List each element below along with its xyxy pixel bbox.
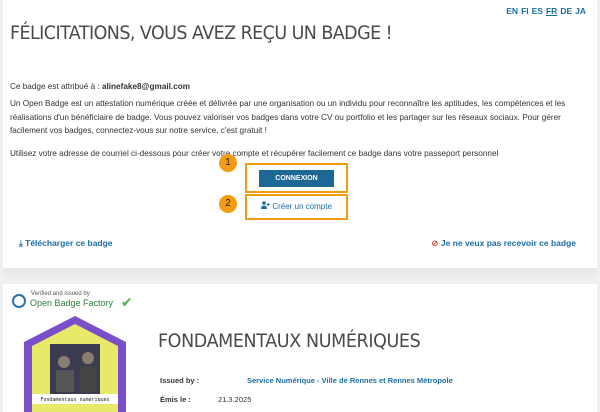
download-label: Télécharger ce badge xyxy=(25,238,113,248)
page-title: FÉLICITATIONS, VOUS AVEZ REÇU UN BADGE ! xyxy=(10,22,393,44)
badge-image: Fondamentaux numériques xyxy=(24,316,126,412)
card-divider xyxy=(3,268,597,278)
assigned-label: Ce badge est attribué à : xyxy=(10,82,102,91)
download-badge-link[interactable]: ⤓ Télécharger ce badge xyxy=(19,238,113,249)
issued-by-label: Issued by : xyxy=(160,376,200,385)
lang-ja[interactable]: JA xyxy=(575,6,586,16)
issued-on-date: 21.3.2025 xyxy=(218,395,252,404)
assigned-email: alinefake8@gmail.com xyxy=(101,82,191,91)
open-badge-description: Un Open Badge est un attestation numériq… xyxy=(10,99,566,135)
connexion-button[interactable]: CONNEXION xyxy=(259,170,334,187)
assigned-to-text: Ce badge est attribué à : alinefake8@gma… xyxy=(10,80,190,94)
verified-check-icon: ✔ xyxy=(121,294,133,310)
add-user-icon xyxy=(261,201,272,211)
download-icon: ⤓ xyxy=(19,238,23,248)
annotation-marker-1: 1 xyxy=(219,154,237,172)
open-badge-factory-logo-icon xyxy=(12,294,26,308)
issuer-link[interactable]: Service Numérique - Ville de Rennes et R… xyxy=(247,376,453,385)
lang-es[interactable]: ES xyxy=(532,6,543,16)
lang-en[interactable]: EN xyxy=(506,6,518,16)
lang-fi[interactable]: FI xyxy=(521,6,529,16)
badge-title: FONDAMENTAUX NUMÉRIQUES xyxy=(158,330,421,352)
instruction-text: Utilisez votre adresse de courriel ci-de… xyxy=(10,149,499,158)
language-selector: EN FI ES FR DE JA xyxy=(503,6,586,16)
decline-badge-link[interactable]: ⊘ Je ne veux pas recevoir ce badge xyxy=(431,238,576,249)
ban-icon: ⊘ xyxy=(431,238,439,248)
verified-issued-text: Verified and issued by xyxy=(31,291,90,297)
create-account-button[interactable]: Créer un compte xyxy=(250,198,343,216)
open-badge-factory-name: Open Badge Factory xyxy=(30,298,114,308)
decline-label: Je ne veux pas recevoir ce badge xyxy=(440,238,576,248)
create-account-label: Créer un compte xyxy=(272,202,332,211)
lang-fr[interactable]: FR xyxy=(546,6,557,16)
annotation-marker-2: 2 xyxy=(219,195,237,213)
badge-image-caption: Fondamentaux numériques xyxy=(40,396,109,403)
lang-de[interactable]: DE xyxy=(560,6,572,16)
issued-on-label: Émis le : xyxy=(160,395,191,404)
